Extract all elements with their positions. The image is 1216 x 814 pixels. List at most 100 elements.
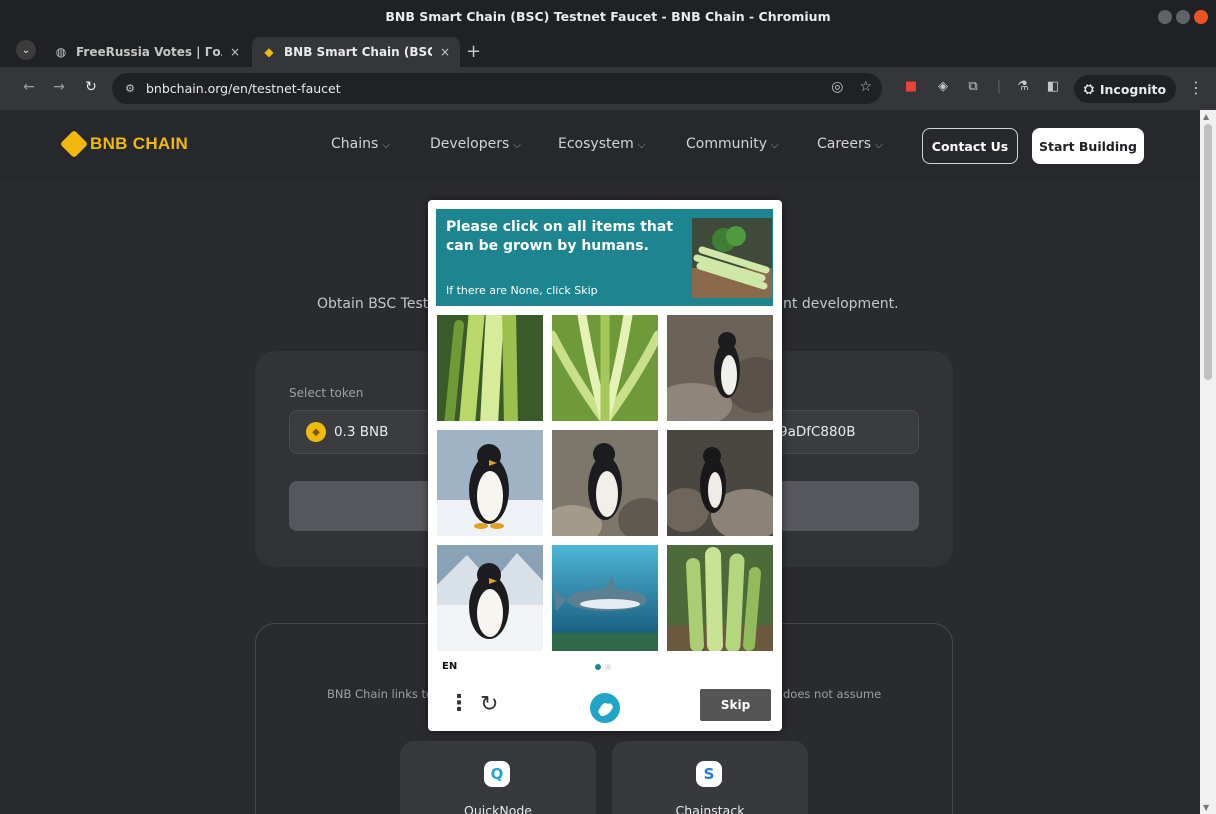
captcha-skip-button[interactable]: Skip <box>700 689 771 721</box>
minimize-icon[interactable] <box>1158 10 1172 24</box>
nav-community[interactable]: Community ⌵ <box>686 136 779 152</box>
captcha-challenge: Please click on all items that can be gr… <box>428 200 782 731</box>
captcha-tile-3[interactable] <box>667 315 773 421</box>
captcha-hint: If there are None, click Skip <box>446 284 598 297</box>
captcha-language[interactable]: EN <box>442 661 457 672</box>
close-window-icon[interactable] <box>1194 10 1208 24</box>
bnb-favicon-icon: ◆ <box>264 45 274 59</box>
back-icon[interactable]: ← <box>20 79 38 95</box>
faucet-subtitle-left: Obtain BSC Testn <box>317 296 438 312</box>
chevron-down-icon: ⌵ <box>513 140 521 151</box>
globe-icon: ◍ <box>55 45 67 59</box>
submit-button[interactable] <box>289 481 429 531</box>
hcaptcha-logo-icon[interactable] <box>589 692 621 724</box>
captcha-menu-icon[interactable]: ⋮ <box>448 693 470 715</box>
url-text[interactable]: bnbchain.org/en/testnet-faucet <box>146 81 341 96</box>
start-building-button[interactable]: Start Building <box>1032 128 1144 164</box>
browser-toolbar: ← → ↻ ⚙ bnbchain.org/en/testnet-faucet ◎… <box>0 67 1216 110</box>
progress-dot-active <box>595 664 601 670</box>
contact-us-button[interactable]: Contact Us <box>922 128 1018 164</box>
nav-label: Careers <box>817 136 872 152</box>
captcha-prompt: Please click on all items that can be gr… <box>446 219 674 254</box>
captcha-tile-5[interactable] <box>552 430 658 536</box>
captcha-tile-8[interactable] <box>552 545 658 651</box>
nav-ecosystem[interactable]: Ecosystem ⌵ <box>558 136 645 152</box>
incognito-badge[interactable]: ⛭ Incognito <box>1074 75 1176 103</box>
tracking-protection-icon[interactable]: ◎ <box>831 79 843 95</box>
tab-close-icon[interactable]: × <box>230 45 240 59</box>
captcha-tile-4[interactable] <box>437 430 543 536</box>
tab-search-button[interactable]: ⌄ <box>16 40 36 60</box>
scroll-up-icon[interactable]: ▲ <box>1203 112 1209 121</box>
faucet-subtitle-right: nt development. <box>783 296 899 312</box>
captcha-progress-dots <box>595 664 611 670</box>
nav-label: Chains <box>331 136 379 152</box>
partner-chainstack[interactable]: S Chainstack <box>612 741 808 814</box>
chevron-down-icon: ⌵ <box>382 140 390 151</box>
token-select[interactable]: ◆ 0.3 BNB <box>289 410 441 454</box>
chainstack-icon: S <box>696 761 722 787</box>
chevron-down-icon: ⌵ <box>637 140 646 151</box>
site-header: BNB CHAIN Chains ⌵ Developers ⌵ Ecosystem ⌵… <box>0 110 1200 180</box>
select-token-label: Select token <box>289 386 364 400</box>
extension-red-icon[interactable]: ■ <box>902 79 920 97</box>
nav-careers[interactable]: Careers ⌵ <box>817 136 883 152</box>
site-settings-icon[interactable]: ⚙ <box>122 81 138 97</box>
nav-label: Community <box>686 136 768 152</box>
address-bar[interactable]: ⚙ bnbchain.org/en/testnet-faucet ◎ ☆ <box>112 73 882 104</box>
forward-icon[interactable]: → <box>50 79 68 95</box>
incognito-label: Incognito <box>1099 81 1167 97</box>
captcha-refresh-icon[interactable]: ↻ <box>480 692 498 717</box>
captcha-tile-6[interactable] <box>667 430 773 536</box>
tab-strip: ⌄ ◍ FreeRussia Votes | Голо × ◆ BNB Smar… <box>0 33 1216 67</box>
tab-label: FreeRussia Votes | Голо <box>76 45 222 59</box>
chevron-down-icon: ⌵ <box>771 140 779 151</box>
bnb-coin-icon: ◆ <box>306 422 326 442</box>
tab-close-icon[interactable]: × <box>440 45 450 59</box>
browser-menu-icon[interactable]: ⋮ <box>1188 78 1204 97</box>
window-titlebar: BNB Smart Chain (BSC) Testnet Faucet - B… <box>0 0 1216 33</box>
reload-icon[interactable]: ↻ <box>82 79 100 95</box>
disclaimer-right: does not assume <box>783 687 882 701</box>
token-select-value: 0.3 BNB <box>334 424 389 440</box>
captcha-tile-2[interactable] <box>552 315 658 421</box>
captcha-example-image <box>692 218 772 298</box>
labs-flask-icon[interactable]: ⚗ <box>1014 79 1032 97</box>
toolbar-divider: | <box>996 79 1002 94</box>
extensions-puzzle-icon[interactable]: ⧉ <box>964 79 982 97</box>
bnb-chain-logo[interactable]: BNB CHAIN <box>59 129 189 159</box>
new-tab-icon[interactable]: + <box>466 41 481 62</box>
tab-label: BNB Smart Chain (BSC) T <box>284 45 432 59</box>
captcha-tile-7[interactable] <box>437 545 543 651</box>
side-panel-icon[interactable]: ◧ <box>1044 79 1062 97</box>
incognito-icon: ⛭ <box>1083 81 1094 96</box>
maximize-icon[interactable] <box>1176 10 1190 24</box>
nav-label: Ecosystem <box>558 136 634 152</box>
bnb-logo-icon <box>59 129 89 159</box>
tab-freerussia[interactable]: ◍ FreeRussia Votes | Голо × <box>44 37 250 67</box>
partner-quicknode[interactable]: Q QuickNode <box>400 741 596 814</box>
chevron-down-icon: ⌵ <box>875 140 883 151</box>
disclaimer-left: BNB Chain links to <box>327 687 434 701</box>
progress-dot <box>605 664 611 670</box>
bookmark-star-icon[interactable]: ☆ <box>859 79 872 95</box>
nav-chains[interactable]: Chains ⌵ <box>331 136 390 152</box>
partner-name: Chainstack <box>675 803 745 814</box>
submit-button-right[interactable] <box>769 481 919 531</box>
captcha-tile-9[interactable] <box>667 545 773 651</box>
nav-developers[interactable]: Developers ⌵ <box>430 136 521 152</box>
captcha-tile-1[interactable] <box>437 315 543 421</box>
window-title: BNB Smart Chain (BSC) Testnet Faucet - B… <box>385 9 831 24</box>
logo-text: BNB CHAIN <box>90 134 189 153</box>
scroll-down-icon[interactable]: ▼ <box>1203 803 1209 812</box>
page-scrollbar[interactable]: ▲ ▼ <box>1200 110 1216 814</box>
scrollbar-thumb[interactable] <box>1204 124 1212 380</box>
extension-shield-icon[interactable]: ◈ <box>934 79 952 97</box>
quicknode-icon: Q <box>484 761 510 787</box>
window-controls <box>1158 10 1208 24</box>
partner-name: QuickNode <box>464 803 532 814</box>
wallet-address-input[interactable]: 9aDfC880B <box>769 410 919 454</box>
nav-label: Developers <box>430 136 510 152</box>
captcha-header: Please click on all items that can be gr… <box>436 209 773 306</box>
tab-bnb-faucet[interactable]: ◆ BNB Smart Chain (BSC) T × <box>252 37 460 67</box>
